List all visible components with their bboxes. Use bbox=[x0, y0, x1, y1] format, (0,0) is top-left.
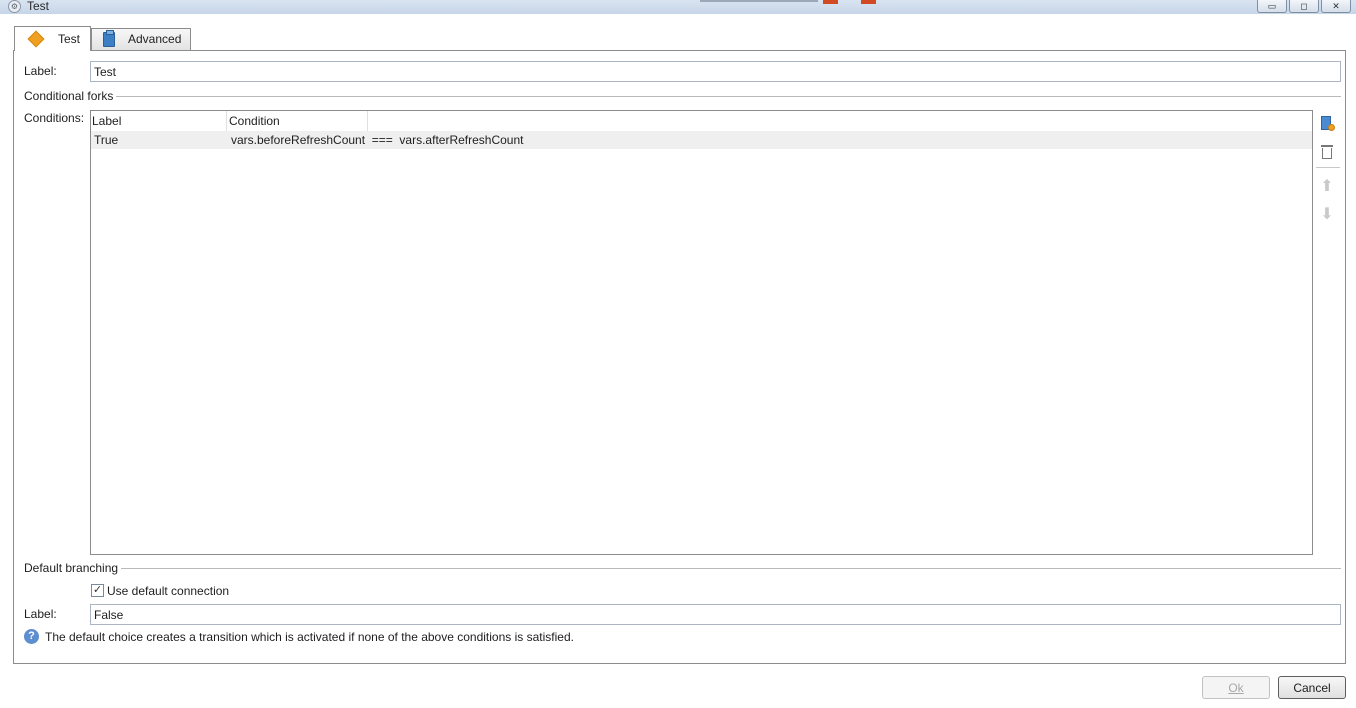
add-condition-icon[interactable] bbox=[1318, 115, 1336, 133]
delete-icon[interactable] bbox=[1318, 143, 1336, 161]
window-title: Test bbox=[27, 0, 50, 13]
column-separator[interactable] bbox=[226, 111, 227, 131]
section-divider bbox=[24, 96, 1341, 97]
conditions-caption: Conditions: bbox=[24, 111, 85, 125]
tab-advanced[interactable]: Advanced bbox=[91, 28, 191, 50]
column-header-condition[interactable]: Condition bbox=[229, 114, 280, 128]
orange-indicator-icon bbox=[823, 0, 838, 4]
help-icon: ? bbox=[24, 629, 39, 644]
diamond-icon bbox=[27, 30, 45, 48]
label-input[interactable] bbox=[90, 61, 1341, 82]
minimize-button[interactable]: ▭ bbox=[1257, 0, 1287, 13]
table-header: Label Condition bbox=[91, 111, 1312, 132]
clipboard-icon bbox=[103, 30, 115, 47]
use-default-label[interactable]: Use default connection bbox=[107, 584, 229, 598]
default-branching-title: Default branching bbox=[24, 561, 122, 575]
row-condition-cell: vars.beforeRefreshCount === vars.afterRe… bbox=[231, 133, 524, 147]
conditions-table[interactable]: Label Condition True vars.beforeRefreshC… bbox=[90, 110, 1313, 555]
cancel-button[interactable]: Cancel bbox=[1278, 676, 1346, 699]
ok-button[interactable]: Ok bbox=[1202, 676, 1270, 699]
tab-test[interactable]: Test bbox=[14, 26, 91, 51]
move-up-icon[interactable]: ⬆ bbox=[1318, 178, 1336, 196]
move-down-icon[interactable]: ⬇ bbox=[1318, 206, 1336, 224]
titlebar-strip bbox=[700, 0, 818, 2]
maximize-button[interactable]: ◻ bbox=[1289, 0, 1319, 13]
column-header-label[interactable]: Label bbox=[92, 114, 121, 128]
default-label-input[interactable] bbox=[90, 604, 1341, 625]
orange-indicator-icon bbox=[861, 0, 876, 4]
conditional-forks-title: Conditional forks bbox=[24, 89, 117, 103]
app-icon: ⚙ bbox=[8, 0, 21, 13]
label-caption: Label: bbox=[24, 64, 57, 78]
default-label-caption: Label: bbox=[24, 607, 57, 621]
window-titlebar: ⚙ Test ▭ ◻ ✕ bbox=[0, 0, 1356, 14]
toolbar-separator bbox=[1316, 167, 1340, 168]
tab-test-label: Test bbox=[58, 32, 81, 46]
close-button[interactable]: ✕ bbox=[1321, 0, 1351, 13]
help-text: The default choice creates a transition … bbox=[45, 630, 574, 644]
table-row[interactable]: True vars.beforeRefreshCount === vars.af… bbox=[91, 131, 1312, 149]
tab-advanced-label: Advanced bbox=[128, 32, 182, 46]
column-separator[interactable] bbox=[367, 111, 368, 131]
section-divider bbox=[24, 568, 1341, 569]
use-default-checkbox[interactable]: ✓ bbox=[91, 584, 104, 597]
row-label-cell: True bbox=[94, 133, 119, 147]
